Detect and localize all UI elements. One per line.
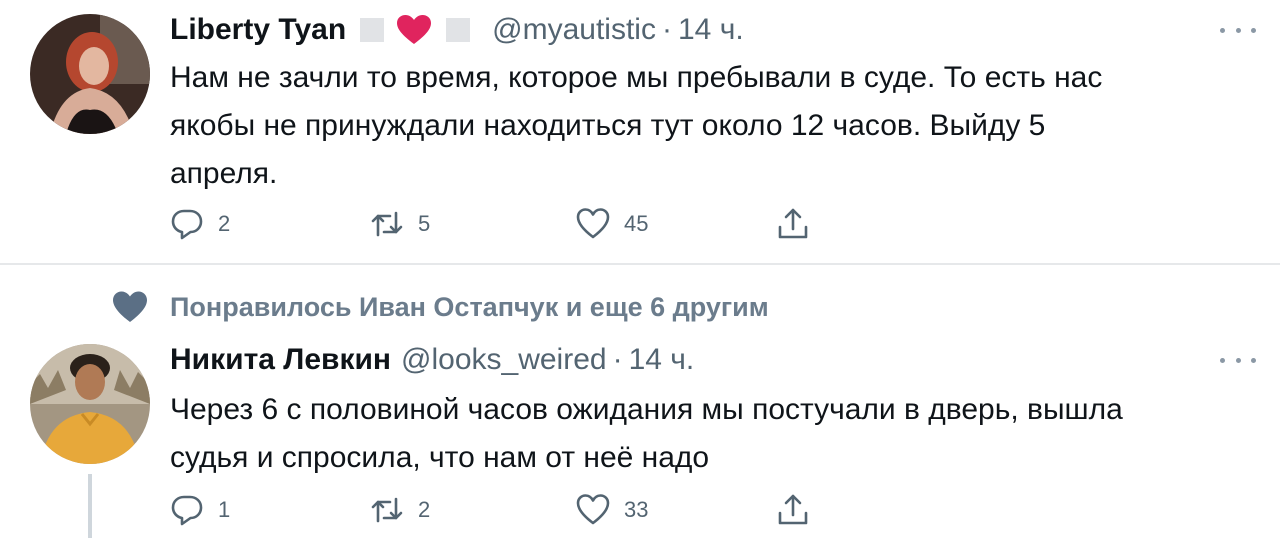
retweet-count: 2 <box>418 497 431 522</box>
author-name[interactable]: Liberty Tyan <box>170 13 346 47</box>
tweet-text-line: Через 6 с половиной часов ожидания мы по… <box>170 393 1123 426</box>
tweet-2[interactable]: Никита Левкин @looks_weired · 14 ч. Чере… <box>0 336 1280 538</box>
tweet-text: Через 6 с половиной часов ожидания мы по… <box>170 386 1250 482</box>
avatar[interactable] <box>30 14 150 134</box>
like-count: 33 <box>624 497 649 522</box>
reply-button[interactable]: 1 <box>170 490 230 530</box>
author-handle[interactable]: @myautistic <box>492 13 656 47</box>
tweet-text-line: судья и спросила, что нам от неё надо <box>170 441 710 474</box>
retweet-icon <box>371 497 403 523</box>
tweet-header: Liberty Tyan @myautistic · 14 ч. <box>170 10 744 50</box>
reply-button[interactable]: 2 <box>170 204 230 244</box>
tweet-header: Никита Левкин @looks_weired · 14 ч. <box>170 340 694 380</box>
retweet-button[interactable]: 5 <box>370 204 430 244</box>
more-icon[interactable] <box>1220 24 1256 36</box>
like-count: 45 <box>624 211 649 236</box>
share-button[interactable] <box>776 490 810 530</box>
tweet-text-line: якобы не принуждали находиться тут около… <box>170 109 1046 142</box>
like-icon <box>576 208 610 239</box>
more-icon[interactable] <box>1220 354 1256 366</box>
share-button[interactable] <box>776 204 810 244</box>
tweet-text-line: Нам не зачли то время, которое мы пребыв… <box>170 61 1103 94</box>
tweet-time[interactable]: 14 ч. <box>678 13 744 47</box>
share-icon <box>778 208 808 239</box>
heart-icon <box>113 291 147 322</box>
social-context[interactable]: Понравилось Иван Остапчук и еще 6 другим <box>112 290 769 324</box>
placeholder-square-icon <box>446 18 471 42</box>
retweet-count: 5 <box>418 211 431 236</box>
reply-icon <box>171 209 203 240</box>
tweet-text: Нам не зачли то время, которое мы пребыв… <box>170 54 1250 198</box>
like-button[interactable]: 45 <box>576 204 648 244</box>
author-handle[interactable]: @looks_weired <box>401 343 607 377</box>
reply-icon <box>171 495 203 526</box>
tweet-divider <box>0 263 1280 265</box>
heart-icon <box>397 15 432 44</box>
retweet-button[interactable]: 2 <box>370 490 430 530</box>
avatar[interactable] <box>30 344 150 464</box>
social-context-text: Понравилось Иван Остапчук и еще 6 другим <box>170 291 769 322</box>
tweet-time[interactable]: 14 ч. <box>629 343 695 377</box>
thread-connector-line <box>88 474 92 538</box>
placeholder-square-icon <box>360 18 385 42</box>
reply-count: 1 <box>218 497 231 522</box>
retweet-icon <box>371 211 403 237</box>
author-name[interactable]: Никита Левкин <box>170 343 391 377</box>
like-button[interactable]: 33 <box>576 490 648 530</box>
tweet-1[interactable]: Liberty Tyan @myautistic · 14 ч. Нам не … <box>0 0 1280 263</box>
reply-count: 2 <box>218 211 231 236</box>
separator-dot: · <box>612 343 623 376</box>
tweet-text-line: апреля. <box>170 157 278 190</box>
separator-dot: · <box>661 13 672 46</box>
like-icon <box>576 494 610 525</box>
share-icon <box>778 494 808 525</box>
